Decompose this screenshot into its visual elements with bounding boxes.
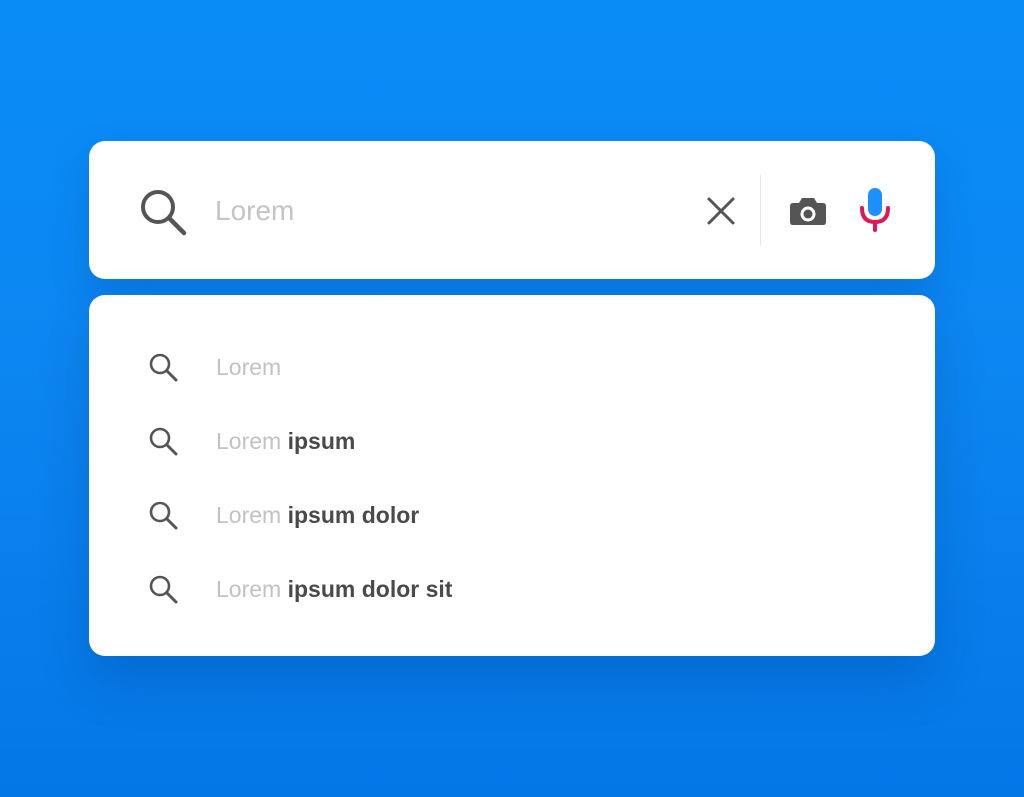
clear-button[interactable] [701,191,741,231]
suggestion-query-text: Lorem [216,502,288,528]
search-icon [147,425,179,457]
close-icon [707,197,735,225]
suggestion-completion-text: ipsum dolor [287,502,420,528]
suggestion-completion-text: ipsum dolor sit [287,576,453,602]
suggestions-dropdown: Lorem Lorem ipsum Lorem ipsum dolor Lore… [89,295,935,656]
microphone-icon [860,188,890,232]
search-icon [147,573,179,605]
suggestion-item[interactable]: Lorem [89,329,935,403]
camera-icon [790,198,826,225]
suggestion-completion-text: ipsum [287,428,356,454]
suggestion-query-text: Lorem [216,576,288,602]
suggestion-item[interactable]: Lorem ipsum dolor [89,477,935,551]
suggestion-list: Lorem Lorem ipsum Lorem ipsum dolor Lore… [89,329,935,625]
suggestion-query-text: Lorem [216,428,288,454]
suggestion-label: Lorem ipsum [216,427,355,455]
divider [760,175,761,245]
search-icon [137,186,189,238]
camera-search-button[interactable] [787,191,829,231]
search-input[interactable] [215,189,635,233]
voice-search-button[interactable] [853,185,897,235]
suggestion-label: Lorem [216,353,281,381]
suggestion-query-text: Lorem [216,354,282,380]
suggestion-item[interactable]: Lorem ipsum [89,403,935,477]
suggestion-label: Lorem ipsum dolor sit [216,575,452,603]
search-bar [89,141,935,279]
search-icon [147,499,179,531]
suggestion-item[interactable]: Lorem ipsum dolor sit [89,551,935,625]
search-icon [147,351,179,383]
suggestion-label: Lorem ipsum dolor [216,501,419,529]
